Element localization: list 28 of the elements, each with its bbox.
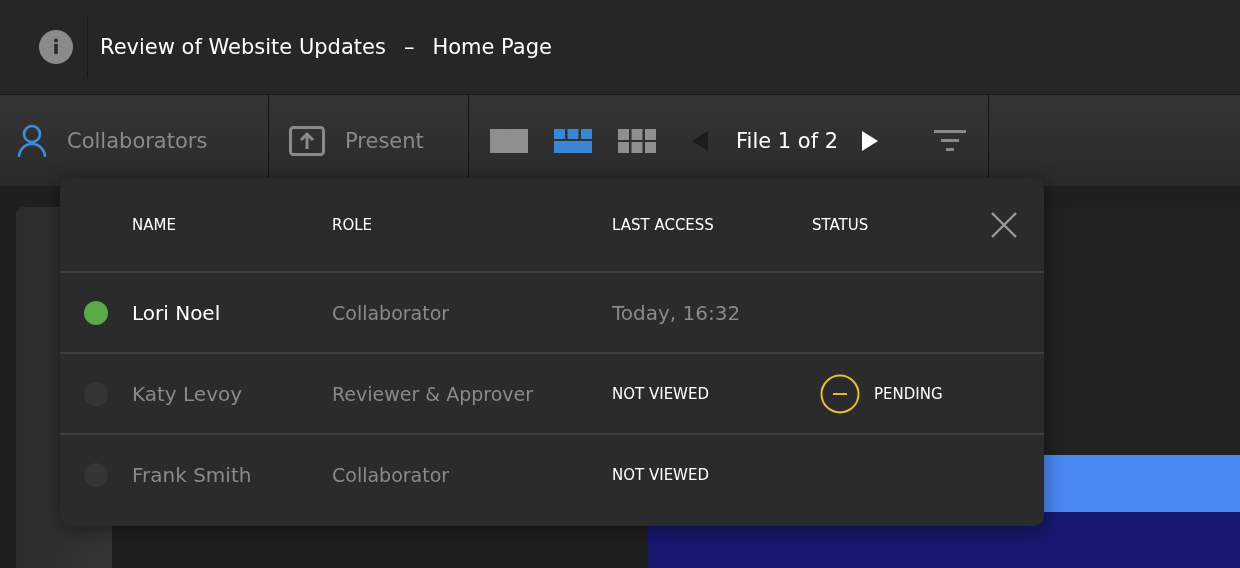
collaborator-name: Frank Smith <box>132 462 253 487</box>
last-access: NOT VIEWED <box>612 384 710 403</box>
filter-icon[interactable] <box>934 129 967 152</box>
last-access: Today, 16:32 <box>612 300 742 325</box>
pending-icon <box>820 373 860 414</box>
next-arrow-icon[interactable] <box>862 130 879 151</box>
upload-screen-icon <box>289 125 325 156</box>
column-header: ROLE <box>332 215 374 234</box>
single-view-icon[interactable] <box>490 128 528 153</box>
column-header: NAME <box>132 215 177 234</box>
title-separator: – <box>403 35 415 59</box>
status-label: PENDING <box>874 384 943 403</box>
file-counter: File 1 of 2 <box>736 128 839 153</box>
collaborator-role: Collaborator <box>332 463 451 486</box>
person-icon <box>17 123 47 158</box>
column-header: STATUS <box>812 215 870 234</box>
filmstrip-view-icon[interactable] <box>554 128 592 153</box>
collaborator-name: Lori Noel <box>132 300 222 325</box>
collaborator-name: Katy Levoy <box>132 381 244 406</box>
grid-view-icon[interactable] <box>618 128 656 153</box>
collaborator-role: Reviewer & Approver <box>332 382 535 405</box>
close-icon[interactable] <box>991 211 1017 238</box>
document-title: Review of Website Updates <box>100 35 386 59</box>
page-title: Home Page <box>432 35 552 59</box>
info-icon[interactable] <box>39 30 73 64</box>
collaborator-role: Collaborator <box>332 301 451 324</box>
column-header: LAST ACCESS <box>612 215 715 234</box>
last-access: NOT VIEWED <box>612 465 710 484</box>
